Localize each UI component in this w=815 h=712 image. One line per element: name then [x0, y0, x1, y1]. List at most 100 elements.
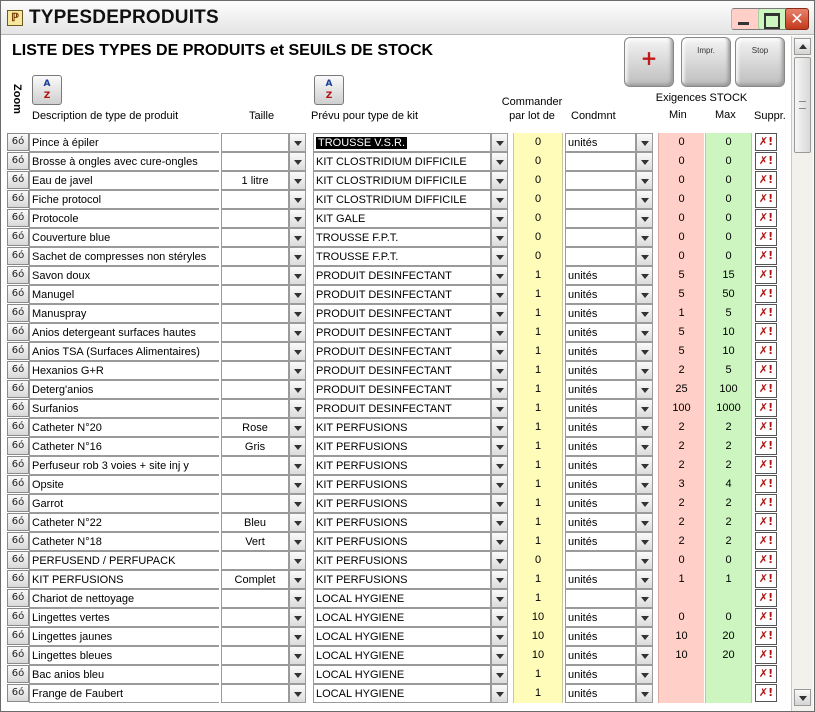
- taille-dropdown-button[interactable]: [289, 589, 306, 608]
- commander-field[interactable]: 0: [513, 190, 563, 209]
- kit-field[interactable]: KIT PERFUSIONS: [313, 418, 491, 437]
- delete-button[interactable]: ✗!: [755, 171, 777, 189]
- taille-field[interactable]: [221, 608, 289, 627]
- condmnt-field[interactable]: [565, 209, 636, 228]
- commander-field[interactable]: 1: [513, 475, 563, 494]
- scroll-up-button[interactable]: [794, 38, 811, 55]
- condmnt-field[interactable]: [565, 589, 636, 608]
- description-field[interactable]: Surfanios: [29, 399, 219, 418]
- zoom-button[interactable]: 6ó: [7, 513, 29, 531]
- condmnt-dropdown-button[interactable]: [636, 494, 653, 513]
- taille-dropdown-button[interactable]: [289, 418, 306, 437]
- description-field[interactable]: Manugel: [29, 285, 219, 304]
- description-field[interactable]: Hexanios G+R: [29, 361, 219, 380]
- condmnt-dropdown-button[interactable]: [636, 171, 653, 190]
- delete-button[interactable]: ✗!: [755, 456, 777, 474]
- description-field[interactable]: Anios detergeant surfaces hautes: [29, 323, 219, 342]
- stock-max-field[interactable]: 5: [705, 361, 752, 380]
- stock-max-field[interactable]: 2: [705, 494, 752, 513]
- commander-field[interactable]: 1: [513, 323, 563, 342]
- taille-field[interactable]: [221, 133, 289, 152]
- condmnt-field[interactable]: unités: [565, 570, 636, 589]
- kit-field[interactable]: KIT PERFUSIONS: [313, 456, 491, 475]
- commander-field[interactable]: 1: [513, 684, 563, 703]
- taille-field[interactable]: [221, 494, 289, 513]
- taille-field[interactable]: [221, 209, 289, 228]
- zoom-button[interactable]: 6ó: [7, 304, 29, 322]
- condmnt-dropdown-button[interactable]: [636, 228, 653, 247]
- taille-field[interactable]: Bleu: [221, 513, 289, 532]
- condmnt-dropdown-button[interactable]: [636, 285, 653, 304]
- commander-field[interactable]: 1: [513, 399, 563, 418]
- description-field[interactable]: PERFUSEND / PERFUPACK: [29, 551, 219, 570]
- add-button[interactable]: +: [624, 37, 674, 87]
- commander-field[interactable]: 0: [513, 551, 563, 570]
- delete-button[interactable]: ✗!: [755, 608, 777, 626]
- delete-button[interactable]: ✗!: [755, 532, 777, 550]
- description-field[interactable]: Bac anios bleu: [29, 665, 219, 684]
- taille-dropdown-button[interactable]: [289, 171, 306, 190]
- kit-field[interactable]: PRODUIT DESINFECTANT: [313, 380, 491, 399]
- kit-field[interactable]: KIT PERFUSIONS: [313, 532, 491, 551]
- description-field[interactable]: Catheter N°20: [29, 418, 219, 437]
- stock-min-field[interactable]: 0: [658, 209, 704, 228]
- taille-dropdown-button[interactable]: [289, 437, 306, 456]
- commander-field[interactable]: 10: [513, 646, 563, 665]
- commander-field[interactable]: 1: [513, 361, 563, 380]
- kit-field[interactable]: KIT CLOSTRIDIUM DIFFICILE: [313, 152, 491, 171]
- commander-field[interactable]: 0: [513, 209, 563, 228]
- taille-field[interactable]: [221, 665, 289, 684]
- stock-min-field[interactable]: 1: [658, 570, 704, 589]
- zoom-button[interactable]: 6ó: [7, 266, 29, 284]
- zoom-button[interactable]: 6ó: [7, 361, 29, 379]
- stock-min-field[interactable]: 5: [658, 342, 704, 361]
- condmnt-dropdown-button[interactable]: [636, 323, 653, 342]
- kit-field[interactable]: TROUSSE V.S.R.: [313, 133, 491, 152]
- kit-dropdown-button[interactable]: [491, 627, 508, 646]
- taille-dropdown-button[interactable]: [289, 532, 306, 551]
- delete-button[interactable]: ✗!: [755, 513, 777, 531]
- condmnt-dropdown-button[interactable]: [636, 570, 653, 589]
- stock-max-field[interactable]: 2: [705, 513, 752, 532]
- taille-field[interactable]: [221, 551, 289, 570]
- commander-field[interactable]: 1: [513, 304, 563, 323]
- condmnt-field[interactable]: unités: [565, 513, 636, 532]
- condmnt-field[interactable]: [565, 551, 636, 570]
- taille-field[interactable]: [221, 684, 289, 703]
- stock-min-field[interactable]: 25: [658, 380, 704, 399]
- condmnt-field[interactable]: unités: [565, 399, 636, 418]
- stock-min-field[interactable]: 5: [658, 266, 704, 285]
- kit-dropdown-button[interactable]: [491, 171, 508, 190]
- condmnt-field[interactable]: [565, 171, 636, 190]
- kit-dropdown-button[interactable]: [491, 285, 508, 304]
- condmnt-dropdown-button[interactable]: [636, 209, 653, 228]
- taille-field[interactable]: Vert: [221, 532, 289, 551]
- condmnt-dropdown-button[interactable]: [636, 608, 653, 627]
- commander-field[interactable]: 1: [513, 266, 563, 285]
- delete-button[interactable]: ✗!: [755, 209, 777, 227]
- kit-dropdown-button[interactable]: [491, 608, 508, 627]
- kit-field[interactable]: LOCAL HYGIENE: [313, 608, 491, 627]
- condmnt-dropdown-button[interactable]: [636, 304, 653, 323]
- delete-button[interactable]: ✗!: [755, 684, 777, 702]
- stock-min-field[interactable]: 10: [658, 646, 704, 665]
- stock-min-field[interactable]: 0: [658, 247, 704, 266]
- description-field[interactable]: Anios TSA (Surfaces Alimentaires): [29, 342, 219, 361]
- taille-field[interactable]: [221, 380, 289, 399]
- taille-field[interactable]: [221, 247, 289, 266]
- taille-field[interactable]: Gris: [221, 437, 289, 456]
- description-field[interactable]: Eau de javel: [29, 171, 219, 190]
- zoom-button[interactable]: 6ó: [7, 285, 29, 303]
- kit-field[interactable]: KIT PERFUSIONS: [313, 513, 491, 532]
- sort-kit-button[interactable]: AZ: [314, 75, 344, 105]
- condmnt-field[interactable]: unités: [565, 627, 636, 646]
- taille-dropdown-button[interactable]: [289, 342, 306, 361]
- description-field[interactable]: Perfuseur rob 3 voies + site inj y: [29, 456, 219, 475]
- condmnt-field[interactable]: unités: [565, 456, 636, 475]
- stock-max-field[interactable]: 2: [705, 437, 752, 456]
- kit-field[interactable]: KIT CLOSTRIDIUM DIFFICILE: [313, 171, 491, 190]
- condmnt-field[interactable]: unités: [565, 437, 636, 456]
- stock-max-field[interactable]: 10: [705, 342, 752, 361]
- delete-button[interactable]: ✗!: [755, 133, 777, 151]
- stock-min-field[interactable]: 3: [658, 475, 704, 494]
